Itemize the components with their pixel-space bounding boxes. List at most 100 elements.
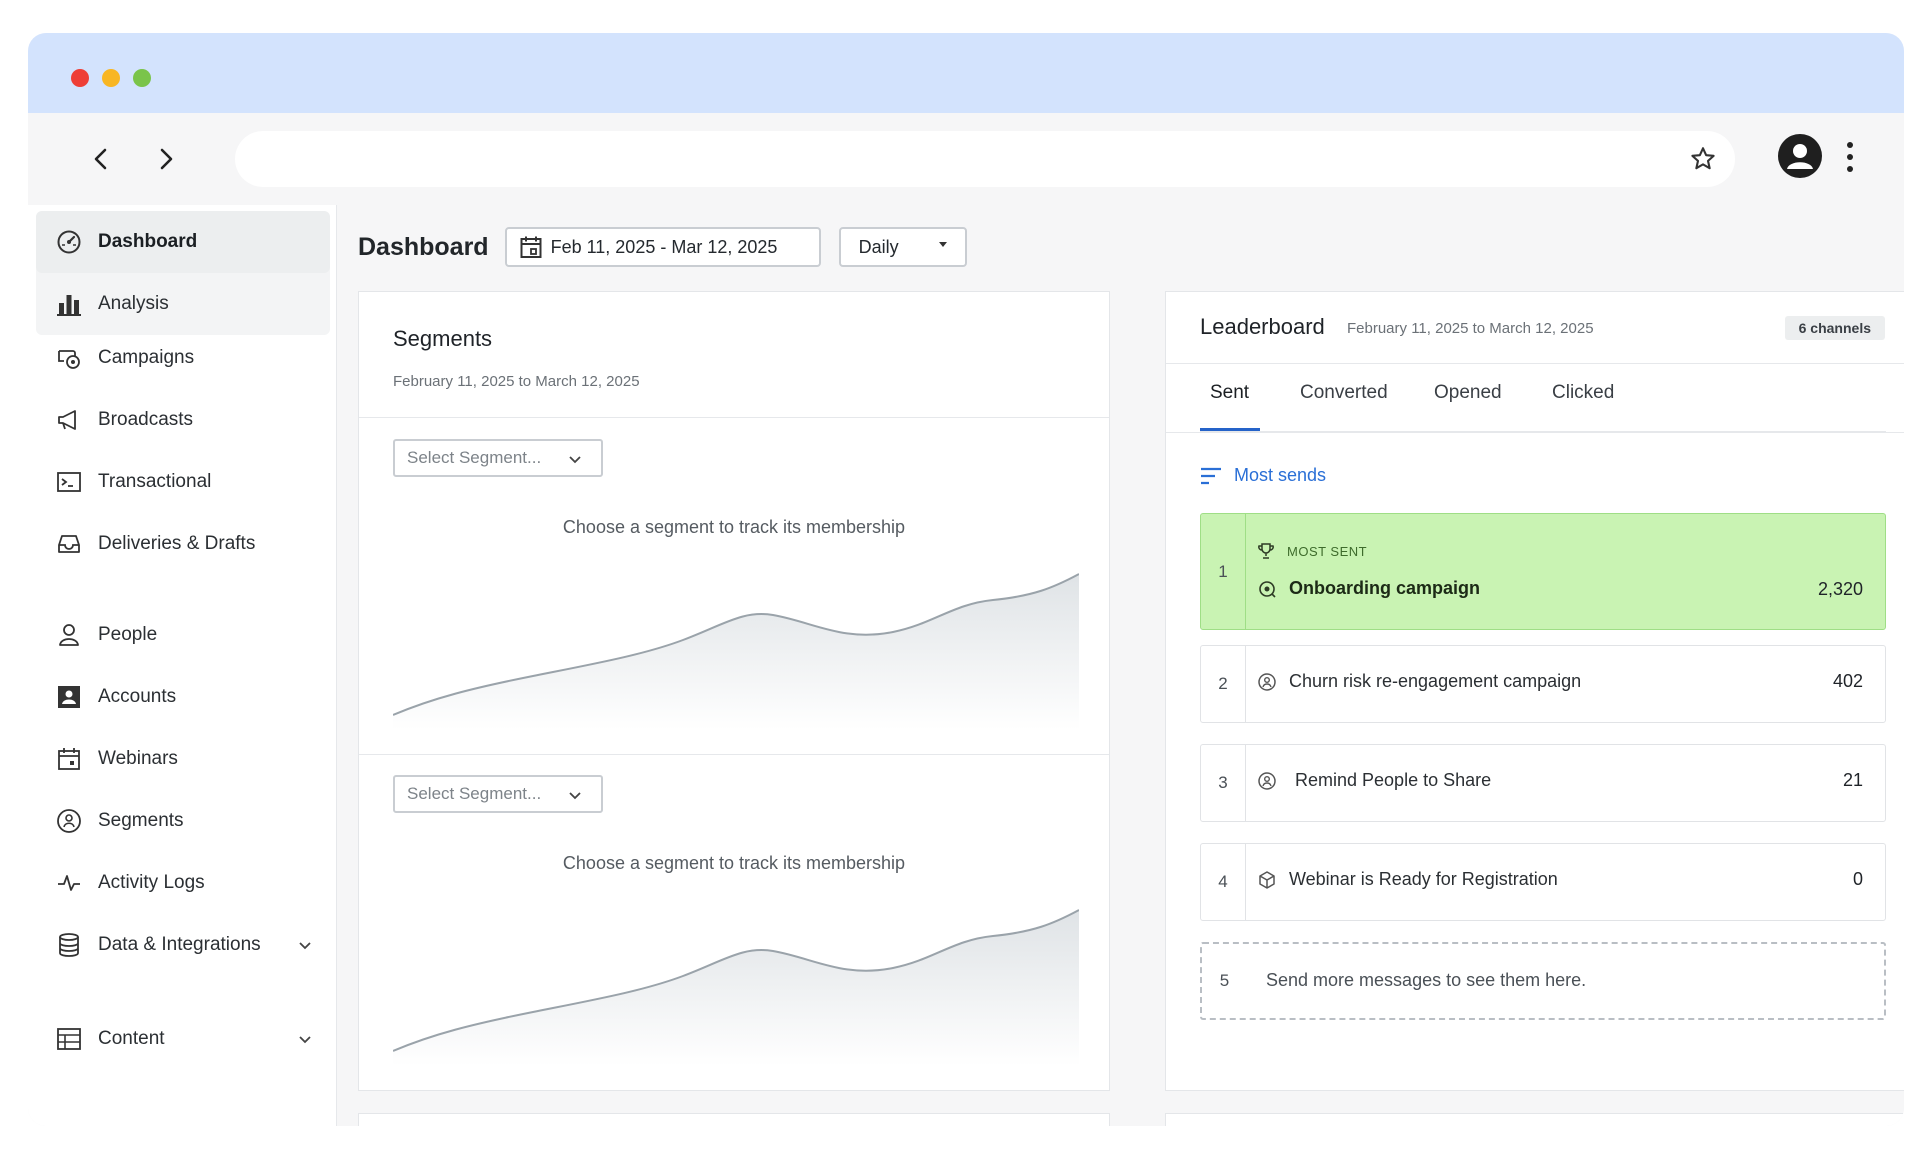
sidebar-item-transactional[interactable]: Transactional [36, 451, 330, 513]
chevron-down-icon [569, 792, 581, 800]
sidebar-item-label: Transactional [98, 471, 212, 492]
sidebar-item-label: Data & Integrations [98, 934, 261, 955]
sidebar-item-analysis[interactable]: Analysis [36, 273, 330, 335]
campaign-name: Onboarding campaign [1257, 578, 1480, 599]
cube-icon [1259, 870, 1275, 889]
interval-select[interactable]: Daily [838, 227, 967, 267]
trophy-icon [1258, 543, 1274, 559]
sidebar-item-label: Segments [98, 810, 184, 831]
calendar-icon [54, 744, 84, 774]
active-tab-indicator [1200, 428, 1260, 431]
sidebar-item-label: Dashboard [98, 231, 198, 252]
sidebar: Dashboard Analysis Campaigns Broadcasts [28, 205, 337, 1126]
sidebar-item-label: People [98, 624, 158, 645]
close-window-button[interactable] [71, 69, 89, 87]
tab-sent[interactable]: Sent [1210, 382, 1249, 404]
sidebar-item-content[interactable]: Content [36, 1008, 330, 1070]
date-range-text: Feb 11, 2025 - Mar 12, 2025 [550, 236, 778, 257]
title-bar [28, 33, 1904, 113]
send-count: 402 [1832, 671, 1863, 691]
sidebar-item-data-integrations[interactable]: Data & Integrations [36, 914, 330, 976]
page-title: Dashboard [358, 232, 489, 261]
divider [359, 417, 1109, 418]
pulse-icon [54, 868, 84, 898]
profile-avatar-icon[interactable] [1778, 134, 1822, 178]
bookmark-star-icon[interactable] [1689, 145, 1717, 173]
segment-select-2[interactable]: Select Segment... [393, 775, 603, 813]
chevron-down-icon [569, 456, 581, 464]
rank-number: 3 [1201, 745, 1246, 821]
sidebar-item-label: Activity Logs [98, 872, 205, 893]
chevron-down-icon[interactable] [296, 936, 314, 954]
tab-opened[interactable]: Opened [1434, 382, 1502, 404]
leaderboard-row[interactable]: 1 MOST SENT Onboarding campaign 2,320 [1200, 513, 1886, 630]
back-button[interactable] [81, 139, 121, 179]
placeholder-message: Send more messages to see them here. [1266, 970, 1587, 990]
chevron-left-icon [94, 148, 107, 170]
tab-converted[interactable]: Converted [1300, 382, 1388, 404]
address-bar[interactable] [235, 131, 1735, 187]
campaign-name: Webinar is Ready for Registration [1257, 869, 1558, 890]
leaderboard-card: Leaderboard February 11, 2025 to March 1… [1165, 291, 1904, 1091]
segment-placeholder-chart-2 [393, 909, 1079, 1066]
browser-toolbar [28, 113, 1904, 205]
date-range-picker[interactable]: Feb 11, 2025 - Mar 12, 2025 [504, 227, 821, 267]
segment-select-placeholder: Select Segment... [407, 448, 542, 467]
leaderboard-date-range: February 11, 2025 to March 12, 2025 [1347, 320, 1594, 337]
segments-date-range: February 11, 2025 to March 12, 2025 [393, 373, 640, 390]
sidebar-item-accounts[interactable]: Accounts [36, 666, 330, 728]
segments-title: Segments [393, 326, 493, 351]
sidebar-item-activity-logs[interactable]: Activity Logs [36, 852, 330, 914]
tab-clicked[interactable]: Clicked [1552, 382, 1614, 404]
caret-down-icon [938, 242, 947, 247]
chevron-right-icon [160, 148, 173, 170]
sidebar-item-deliveries[interactable]: Deliveries & Drafts [36, 513, 330, 575]
send-count: 2,320 [1817, 579, 1863, 599]
divider [1166, 432, 1904, 433]
segment-select-1[interactable]: Select Segment... [393, 439, 603, 477]
segment-icon [1258, 672, 1276, 691]
channels-badge: 6 channels [1784, 316, 1885, 340]
terminal-icon [54, 467, 84, 497]
more-menu-icon[interactable] [1845, 140, 1855, 174]
sort-most-sends-button[interactable]: Most sends [1200, 465, 1326, 486]
leaderboard-row[interactable]: 2 Churn risk re-engagement campaign 402 [1200, 645, 1886, 723]
sidebar-item-segments[interactable]: Segments [36, 790, 330, 852]
send-count: 21 [1842, 770, 1863, 790]
sidebar-item-broadcasts[interactable]: Broadcasts [36, 389, 330, 451]
sidebar-messaging-group: Campaigns Broadcasts Transactional Deliv… [36, 327, 330, 575]
segment-hint-1: Choose a segment to track its membership [562, 517, 906, 537]
sidebar-data-group: People Accounts Webinars Segments Activi… [36, 604, 330, 976]
page-header: Dashboard Feb 11, 2025 - Mar 12, 2025 Da… [358, 227, 967, 267]
sidebar-item-dashboard[interactable]: Dashboard [36, 211, 330, 273]
segment-hint-2: Choose a segment to track its membership [562, 853, 906, 873]
sidebar-item-webinars[interactable]: Webinars [36, 728, 330, 790]
next-card-right [1165, 1113, 1904, 1126]
sort-label: Most sends [1234, 465, 1327, 485]
most-sent-label: MOST SENT [1257, 542, 1367, 560]
sidebar-item-label: Deliveries & Drafts [98, 533, 256, 554]
sidebar-item-campaigns[interactable]: Campaigns [36, 327, 330, 389]
segment-select-placeholder: Select Segment... [407, 784, 542, 803]
maximize-window-button[interactable] [133, 69, 151, 87]
segments-card: Segments February 11, 2025 to March 12, … [358, 291, 1110, 1091]
campaign-icon [1259, 580, 1276, 598]
sidebar-top-group: Dashboard Analysis [36, 211, 330, 335]
sidebar-item-label: Content [98, 1028, 165, 1049]
leaderboard-row[interactable]: 4 Webinar is Ready for Registration 0 [1200, 843, 1886, 921]
send-count: 0 [1852, 869, 1863, 889]
gauge-icon [54, 227, 84, 257]
minimize-window-button[interactable] [102, 69, 120, 87]
most-sent-text: MOST SENT [1287, 543, 1368, 559]
inbox-icon [54, 529, 84, 559]
account-card-icon [54, 682, 84, 712]
segment-icon [1258, 771, 1276, 790]
forward-button[interactable] [146, 139, 186, 179]
leaderboard-placeholder-row: 5 Send more messages to see them here. [1200, 942, 1886, 1020]
chevron-down-icon[interactable] [296, 1030, 314, 1048]
sidebar-item-people[interactable]: People [36, 604, 330, 666]
rank-number: 2 [1201, 646, 1246, 722]
database-icon [54, 930, 84, 960]
leaderboard-row[interactable]: 3 Remind People to Share 21 [1200, 744, 1886, 822]
sidebar-item-label: Broadcasts [98, 409, 194, 430]
